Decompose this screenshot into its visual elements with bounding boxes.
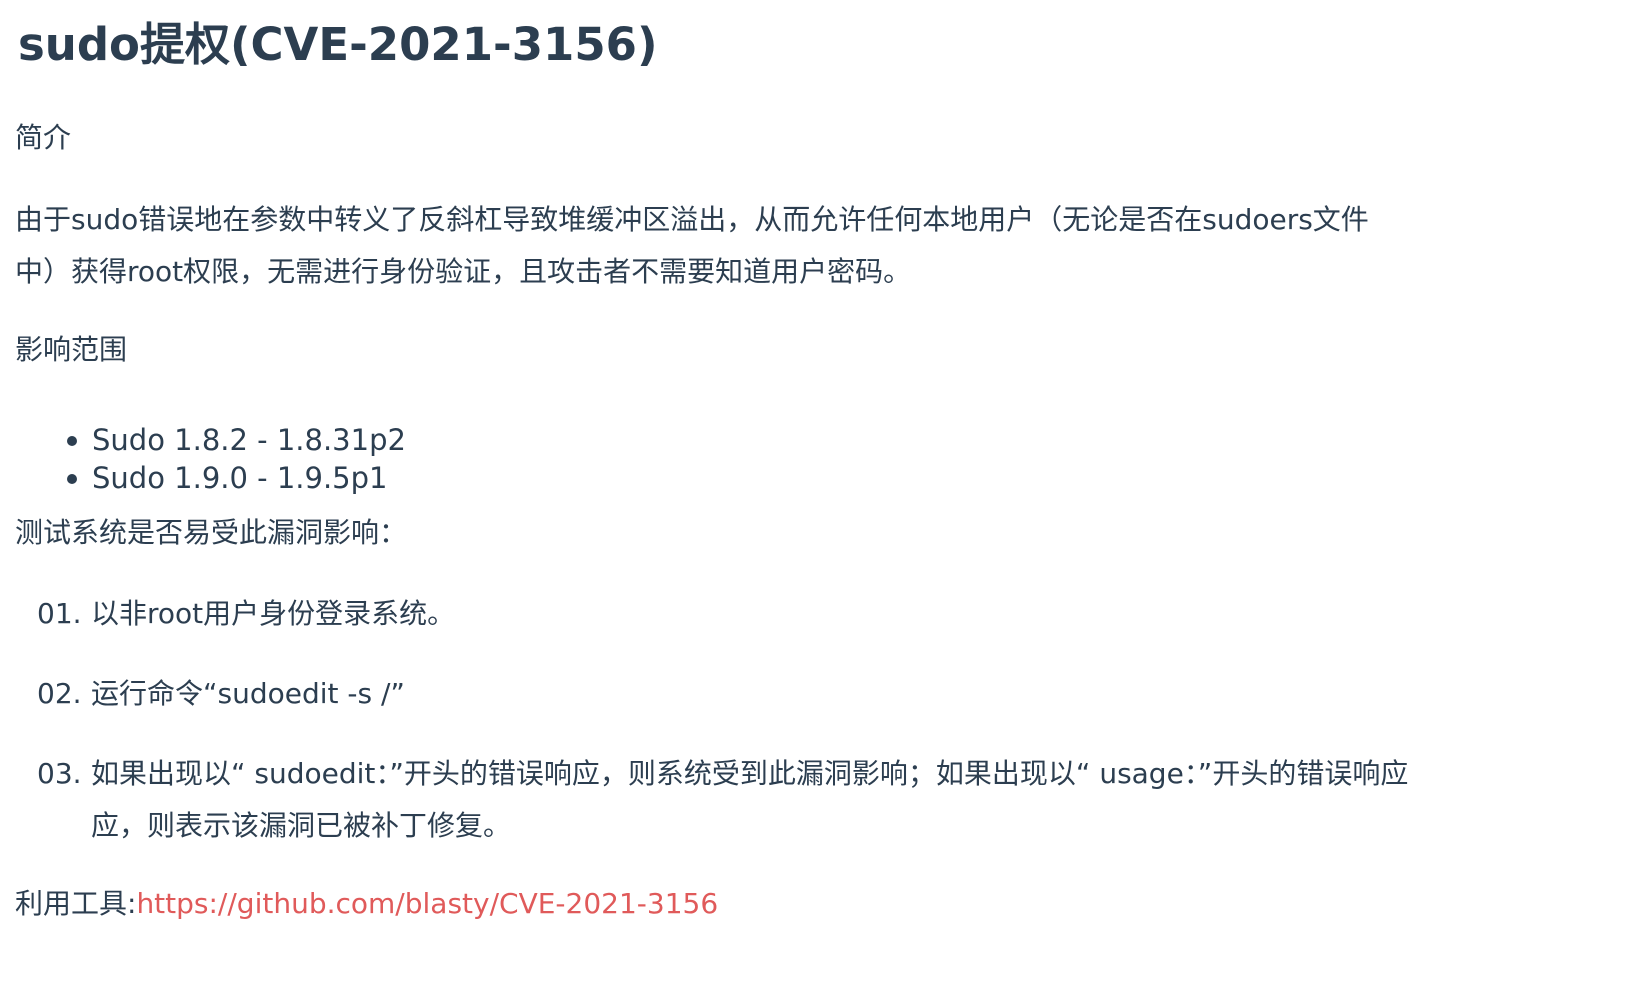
step-text: 以非root用户身份登录系统。: [91, 588, 1591, 640]
tool-line: 利用工具:https://github.com/blasty/CVE-2021-…: [15, 878, 718, 930]
step-line: 如果出现以“ sudoedit：”开头的错误响应，则系统受到此漏洞影响；如果出现…: [91, 757, 1409, 790]
step-text: 如果出现以“ sudoedit：”开头的错误响应，则系统受到此漏洞影响；如果出现…: [91, 748, 1591, 852]
version-range: Sudo 1.8.2 - 1.8.31p2: [92, 423, 406, 457]
step-number: 02.: [37, 677, 82, 710]
step-number: 01.: [37, 597, 82, 630]
exploit-tool-link[interactable]: https://github.com/blasty/CVE-2021-3156: [136, 887, 718, 920]
version-range: Sudo 1.9.0 - 1.9.5p1: [92, 461, 388, 495]
intro-line: 中）获得root权限，无需进行身份验证，且攻击者不需要知道用户密码。: [15, 255, 912, 288]
step-line: 运行命令“sudoedit -s /”: [91, 677, 405, 710]
list-item: Sudo 1.8.2 - 1.8.31p2: [15, 421, 406, 459]
scope-heading: 影响范围: [15, 333, 128, 366]
page-title: sudo提权(CVE-2021-3156): [18, 18, 658, 71]
intro-line: 由于sudo错误地在参数中转义了反斜杠导致堆缓冲区溢出，从而允许任何本地用户（无…: [15, 203, 1369, 236]
tool-label: 利用工具:: [15, 887, 137, 920]
intro-paragraph: 由于sudo错误地在参数中转义了反斜杠导致堆缓冲区溢出，从而允许任何本地用户（无…: [15, 194, 1585, 298]
step-line: 应，则表示该漏洞已被补丁修复。: [91, 809, 512, 842]
list-item: Sudo 1.9.0 - 1.9.5p1: [15, 459, 406, 497]
test-heading: 测试系统是否易受此漏洞影响：: [15, 516, 408, 549]
affected-versions-list: Sudo 1.8.2 - 1.8.31p2 Sudo 1.9.0 - 1.9.5…: [15, 421, 406, 497]
step-line: 以非root用户身份登录系统。: [91, 597, 456, 630]
step-text: 运行命令“sudoedit -s /”: [91, 668, 1591, 720]
step-item: 01. 以非root用户身份登录系统。: [37, 588, 1591, 640]
step-number: 03.: [37, 757, 82, 790]
step-item: 03. 如果出现以“ sudoedit：”开头的错误响应，则系统受到此漏洞影响；如…: [37, 748, 1591, 852]
bullet-icon: [67, 474, 77, 484]
intro-heading: 简介: [15, 121, 72, 154]
bullet-icon: [67, 436, 77, 446]
step-item: 02. 运行命令“sudoedit -s /”: [37, 668, 1591, 720]
